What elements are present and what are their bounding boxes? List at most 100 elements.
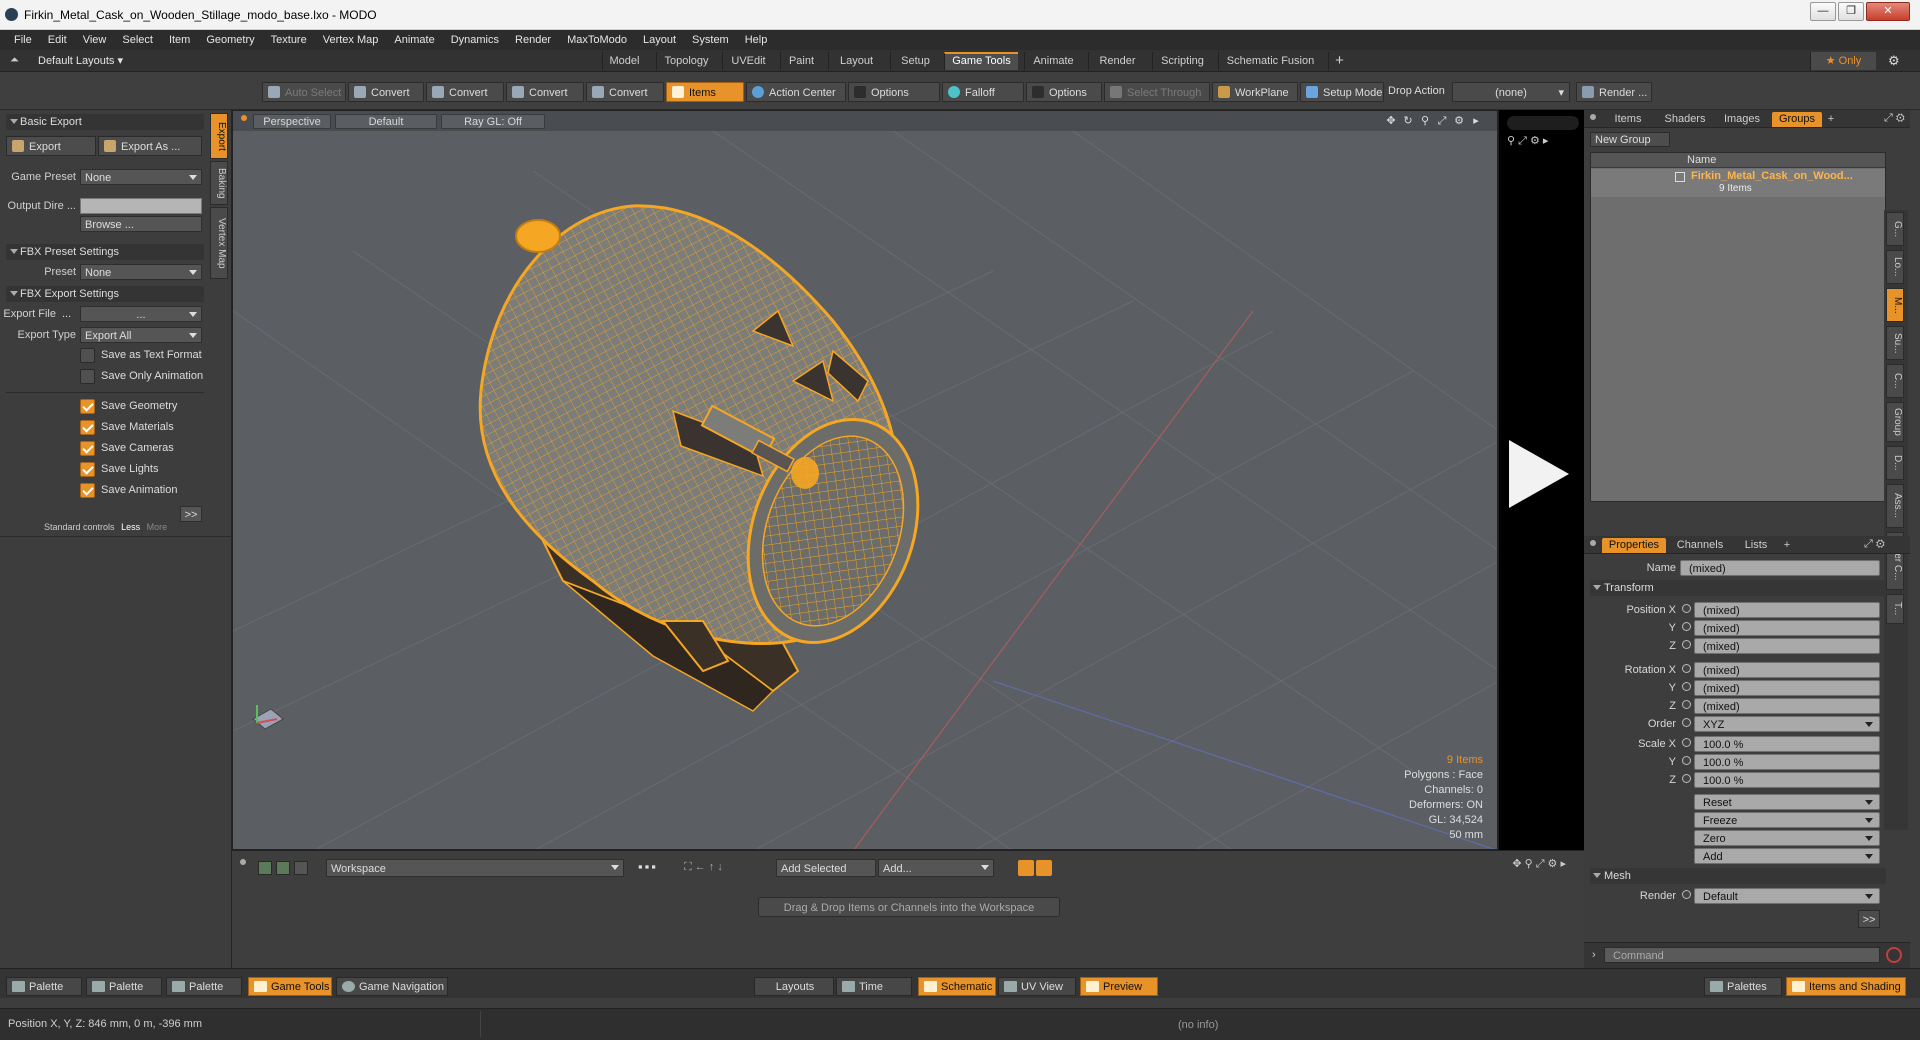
menu-edit[interactable]: Edit <box>40 34 75 46</box>
scale-y-field[interactable]: 100.0 % <box>1694 754 1880 770</box>
fbx-export-header[interactable]: FBX Export Settings <box>6 286 204 302</box>
falloff-button[interactable]: Falloff <box>942 82 1024 102</box>
fbx-preset-header[interactable]: FBX Preset Settings <box>6 244 204 260</box>
order-dropdown[interactable]: XYZ <box>1694 716 1880 732</box>
setup-mode-button[interactable]: Setup Mode <box>1300 82 1384 102</box>
output-dir-input[interactable] <box>80 198 202 214</box>
anim-dot[interactable] <box>1682 622 1691 631</box>
preview-viewport[interactable]: ⚲ ⤢ ⚙ ▸ <box>1498 110 1584 850</box>
schematic-button[interactable]: Schematic <box>918 977 996 996</box>
options-button-2[interactable]: Options <box>1026 82 1102 102</box>
items-button[interactable]: Items <box>666 82 744 102</box>
tab-paint[interactable]: Paint <box>780 52 822 70</box>
maximize-button[interactable]: ❐ <box>1838 2 1864 21</box>
position-y-field[interactable]: (mixed) <box>1694 620 1880 636</box>
expand-icon[interactable]: ⤢ ⚙ <box>1864 538 1885 551</box>
name-column-header[interactable]: Name <box>1687 154 1716 166</box>
group-row[interactable]: Firkin_Metal_Cask_on_Wood... 9 Items <box>1591 169 1885 197</box>
add-selected-button[interactable]: Add Selected <box>776 859 876 877</box>
tab-model[interactable]: Model <box>602 52 646 70</box>
name-field[interactable]: (mixed) <box>1680 560 1880 576</box>
anim-dot[interactable] <box>1682 738 1691 747</box>
export-type-dropdown[interactable]: Export All <box>80 327 202 343</box>
game-navigation-button[interactable]: Game Navigation <box>336 977 448 996</box>
panel-menu-icon[interactable] <box>1590 114 1596 120</box>
save-text-format-checkbox[interactable]: Save as Text Format <box>80 346 202 364</box>
menu-view[interactable]: View <box>75 34 115 46</box>
items-and-shading-button[interactable]: Items and Shading <box>1786 977 1906 996</box>
save-animation-checkbox[interactable]: Save Animation <box>80 481 177 499</box>
tab-animate[interactable]: Animate <box>1024 52 1082 70</box>
palette-button-2[interactable]: Palette <box>86 977 162 996</box>
add-tab-button[interactable]: + <box>1824 112 1838 127</box>
menu-vertex-map[interactable]: Vertex Map <box>315 34 387 46</box>
side-tab-0[interactable]: G... <box>1886 212 1904 246</box>
render-dropdown[interactable]: Default <box>1694 888 1880 904</box>
menu-render[interactable]: Render <box>507 34 559 46</box>
schematic-tool-icon[interactable] <box>294 861 308 875</box>
command-input[interactable]: Command <box>1604 947 1880 963</box>
menu-select[interactable]: Select <box>114 34 161 46</box>
menu-maxtomodo[interactable]: MaxToModo <box>559 34 635 46</box>
menu-file[interactable]: File <box>6 34 40 46</box>
add-dropdown[interactable]: Add... <box>878 859 994 877</box>
tab-channels[interactable]: Channels <box>1670 538 1730 553</box>
schematic-tool-icon[interactable] <box>258 861 272 875</box>
freeze-dropdown[interactable]: Freeze <box>1694 812 1880 828</box>
browse-button[interactable]: Browse ... <box>80 216 202 232</box>
tab-game-tools[interactable]: Game Tools <box>944 52 1018 70</box>
convert-button-4[interactable]: Convert <box>586 82 664 102</box>
side-tab-2[interactable]: M... <box>1886 288 1904 322</box>
tab-shaders[interactable]: Shaders <box>1658 112 1712 127</box>
workspace-menu-icon[interactable] <box>240 859 246 865</box>
play-icon[interactable] <box>1509 440 1569 508</box>
tab-scripting[interactable]: Scripting <box>1152 52 1212 70</box>
palette-button-3[interactable]: Palette <box>166 977 242 996</box>
menu-dynamics[interactable]: Dynamics <box>443 34 507 46</box>
convert-button-2[interactable]: Convert <box>426 82 504 102</box>
menu-help[interactable]: Help <box>737 34 776 46</box>
minimize-button[interactable]: — <box>1810 2 1836 21</box>
scale-z-field[interactable]: 100.0 % <box>1694 772 1880 788</box>
anim-dot[interactable] <box>1682 718 1691 727</box>
schematic-tool-icon[interactable] <box>276 861 290 875</box>
auto-select-button[interactable]: Auto Select <box>262 82 346 102</box>
panel-menu-icon[interactable] <box>1590 540 1596 546</box>
tab-topology[interactable]: Topology <box>656 52 716 70</box>
preset-dropdown[interactable]: None <box>80 264 202 280</box>
rotation-x-field[interactable]: (mixed) <box>1694 662 1880 678</box>
convert-button-3[interactable]: Convert <box>506 82 584 102</box>
zero-dropdown[interactable]: Zero <box>1694 830 1880 846</box>
position-z-field[interactable]: (mixed) <box>1694 638 1880 654</box>
export-button[interactable]: Export <box>6 136 96 156</box>
scale-x-field[interactable]: 100.0 % <box>1694 736 1880 752</box>
anim-dot[interactable] <box>1682 700 1691 709</box>
side-tab-1[interactable]: Lo... <box>1886 250 1904 284</box>
save-only-animation-checkbox[interactable]: Save Only Animation <box>80 367 203 385</box>
workspace-dropdown[interactable]: Workspace <box>326 859 624 877</box>
side-tab-6[interactable]: D... <box>1886 446 1904 480</box>
anim-dot[interactable] <box>1682 664 1691 673</box>
game-preset-dropdown[interactable]: None <box>80 169 202 185</box>
only-toggle[interactable]: ★ Only <box>1810 52 1876 70</box>
side-tab-3[interactable]: Su... <box>1886 326 1904 360</box>
close-button[interactable]: ✕ <box>1866 2 1910 21</box>
expand-icon[interactable]: ⤢ ⚙ <box>1884 112 1905 125</box>
palette-button-1[interactable]: Palette <box>6 977 82 996</box>
action-center-button[interactable]: Action Center <box>746 82 846 102</box>
record-icon[interactable] <box>1886 947 1902 963</box>
anim-dot[interactable] <box>1682 890 1691 899</box>
schematic-workspace[interactable]: Workspace ▪▪▪ ⛶ ← ↑ ↓ Add Selected Add..… <box>232 850 1584 968</box>
preview-toggle-bar[interactable] <box>1507 116 1579 130</box>
menu-animate[interactable]: Animate <box>386 34 442 46</box>
menu-item[interactable]: Item <box>161 34 198 46</box>
basic-export-header[interactable]: Basic Export <box>6 114 204 130</box>
menu-system[interactable]: System <box>684 34 737 46</box>
export-as-button[interactable]: Export As ... <box>98 136 202 156</box>
add-tab-button[interactable]: + <box>1780 538 1794 553</box>
add-dropdown[interactable]: Add <box>1694 848 1880 864</box>
group-name[interactable]: Firkin_Metal_Cask_on_Wood... <box>1691 170 1853 182</box>
preview-button[interactable]: Preview <box>1080 977 1158 996</box>
anim-dot[interactable] <box>1682 604 1691 613</box>
menu-layout[interactable]: Layout <box>635 34 684 46</box>
